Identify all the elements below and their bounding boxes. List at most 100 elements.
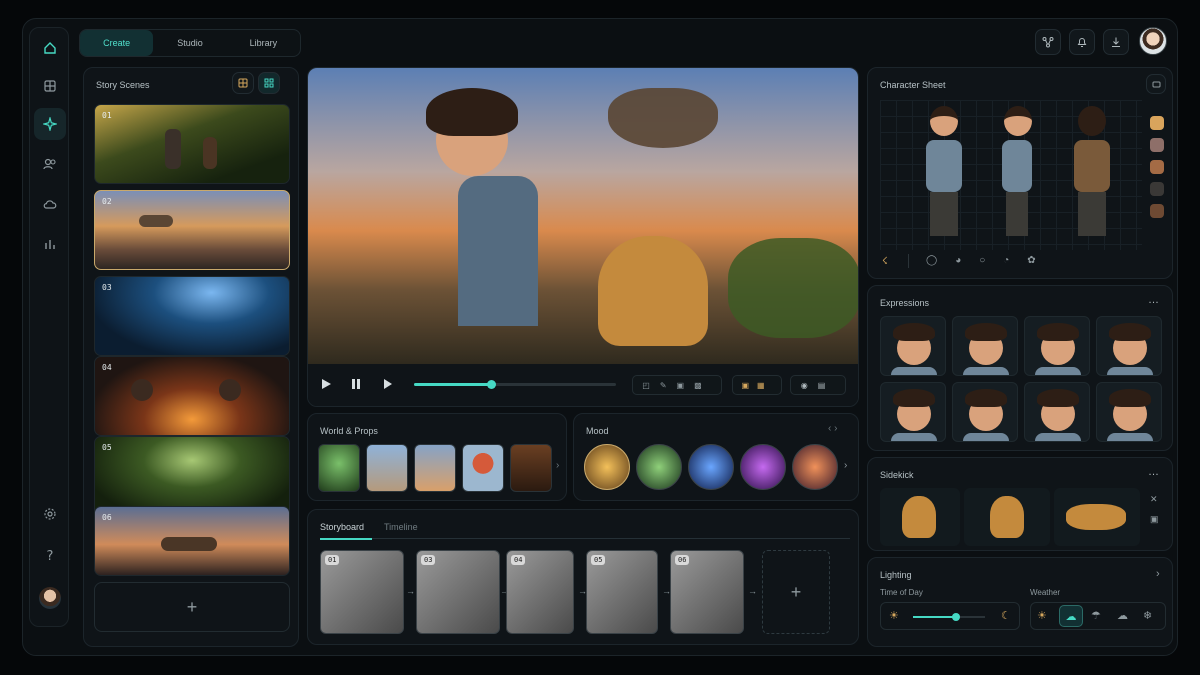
character-back[interactable]: [1066, 106, 1118, 242]
prop-balloon[interactable]: [462, 444, 504, 492]
sunny-icon[interactable]: ☀: [1037, 609, 1047, 622]
chart-icon[interactable]: [34, 228, 66, 260]
capture-icon[interactable]: ◉▤: [801, 381, 836, 390]
weather-options: ☀ ☁ ☂ ☁ ❄: [1030, 602, 1166, 630]
rainy-icon[interactable]: ☂: [1091, 609, 1101, 622]
color-swatch[interactable]: [1150, 204, 1164, 218]
expression-tile[interactable]: [1096, 316, 1162, 376]
character-side[interactable]: [992, 106, 1044, 242]
cloudy-icon[interactable]: ☁: [1059, 605, 1083, 627]
settings-icon[interactable]: [34, 498, 66, 530]
prop-airship[interactable]: [414, 444, 456, 492]
expand-icon[interactable]: [1146, 74, 1166, 94]
grid-view-icon[interactable]: [232, 72, 254, 94]
edit-tools: ◰✎▣▩: [632, 375, 722, 395]
bell-icon[interactable]: [1069, 29, 1095, 55]
expression-tile[interactable]: [1024, 382, 1090, 442]
prop-library[interactable]: [510, 444, 552, 492]
scene-card[interactable]: 03: [94, 276, 290, 356]
divider: [908, 254, 909, 268]
expression-tile[interactable]: [880, 316, 946, 376]
download-icon[interactable]: [1103, 29, 1129, 55]
sidekick-pose[interactable]: [880, 488, 960, 546]
users-icon[interactable]: [34, 148, 66, 180]
add-frame-button[interactable]: +: [762, 550, 830, 634]
tool-icons[interactable]: ◰✎▣▩: [642, 381, 711, 390]
more-icon[interactable]: …: [1148, 294, 1159, 306]
tab-storyboard[interactable]: Storyboard: [320, 522, 364, 532]
mood-violet[interactable]: [740, 444, 786, 490]
character-front[interactable]: [918, 106, 970, 242]
list-view-icon[interactable]: [258, 72, 280, 94]
next-icon[interactable]: [382, 378, 394, 390]
story-scenes-panel: Story Scenes 01 02 03 04 05 06 +: [83, 67, 299, 647]
add-scene-button[interactable]: +: [94, 582, 290, 632]
expression-tile[interactable]: [880, 382, 946, 442]
sidekick-pose[interactable]: [1054, 488, 1140, 546]
progress-handle[interactable]: [486, 380, 496, 389]
tab-timeline[interactable]: Timeline: [384, 522, 418, 532]
mood-blue[interactable]: [688, 444, 734, 490]
time-slider-handle[interactable]: [952, 613, 961, 621]
cloud-icon[interactable]: [34, 188, 66, 220]
more-icon[interactable]: …: [1148, 466, 1159, 478]
pause-icon[interactable]: [350, 378, 362, 390]
color-swatch[interactable]: [1150, 182, 1164, 196]
shuffle-icon[interactable]: ✕: [1150, 494, 1158, 505]
pose-icon[interactable]: ☇: [882, 256, 888, 267]
scene-card[interactable]: 05: [94, 436, 290, 516]
tab-library[interactable]: Library: [227, 30, 300, 56]
help-icon[interactable]: ?: [34, 540, 66, 572]
color-swatch[interactable]: [1150, 138, 1164, 152]
chevron-right-icon[interactable]: ›: [1156, 568, 1160, 580]
snowy-icon[interactable]: ❄: [1143, 609, 1152, 622]
progress-track[interactable]: [414, 380, 616, 389]
storyboard-frame[interactable]: 04: [506, 550, 574, 634]
color-swatch[interactable]: [1150, 160, 1164, 174]
storyboard-frame[interactable]: 05: [586, 550, 658, 634]
frame-number: 01: [325, 555, 340, 565]
expression-tile[interactable]: [1096, 382, 1162, 442]
next-icon[interactable]: ›: [844, 460, 847, 471]
arrow-icon: →: [748, 586, 757, 596]
scene-card[interactable]: 04: [94, 356, 290, 436]
scene-card[interactable]: 01: [94, 104, 290, 184]
preview-image: [308, 68, 858, 364]
tab-create[interactable]: Create: [80, 30, 154, 56]
storyboard-frame[interactable]: 06: [670, 550, 744, 634]
outfit-tool-icons[interactable]: ◯◕○◔✿: [926, 255, 1054, 266]
scene-card[interactable]: 06: [94, 506, 290, 576]
time-slider[interactable]: [913, 613, 985, 621]
expression-tile[interactable]: [952, 316, 1018, 376]
prop-castle[interactable]: [366, 444, 408, 492]
mood-sunset[interactable]: [792, 444, 838, 490]
share-icon[interactable]: [1035, 29, 1061, 55]
crop-icon[interactable]: ▣▦: [741, 381, 772, 390]
storyboard-frame[interactable]: 01: [320, 550, 404, 634]
prev-icon[interactable]: ‹ ›: [828, 423, 837, 434]
color-swatches: [1150, 116, 1164, 226]
expressions-panel: Expressions …: [867, 285, 1173, 451]
tab-studio[interactable]: Studio: [153, 30, 226, 56]
storyboard-frame[interactable]: 03: [416, 550, 500, 634]
save-icon[interactable]: ▣: [1150, 514, 1159, 525]
scene-number: 05: [102, 443, 112, 452]
home-icon[interactable]: [34, 32, 66, 64]
play-icon[interactable]: [320, 378, 332, 390]
sparkle-icon[interactable]: [34, 108, 66, 140]
prop-forest[interactable]: [318, 444, 360, 492]
sidekick-pose[interactable]: [964, 488, 1050, 546]
layout-icon[interactable]: [34, 70, 66, 102]
scene-number: 04: [102, 363, 112, 372]
next-icon[interactable]: ›: [556, 460, 559, 471]
avatar[interactable]: [34, 582, 66, 614]
crop-tools: ▣▦: [732, 375, 782, 395]
color-swatch[interactable]: [1150, 116, 1164, 130]
avatar[interactable]: [1139, 27, 1167, 55]
stormy-icon[interactable]: ☁: [1117, 609, 1128, 622]
mood-green[interactable]: [636, 444, 682, 490]
scene-card[interactable]: 02: [94, 190, 290, 270]
expression-tile[interactable]: [1024, 316, 1090, 376]
expression-tile[interactable]: [952, 382, 1018, 442]
mood-golden[interactable]: [584, 444, 630, 490]
